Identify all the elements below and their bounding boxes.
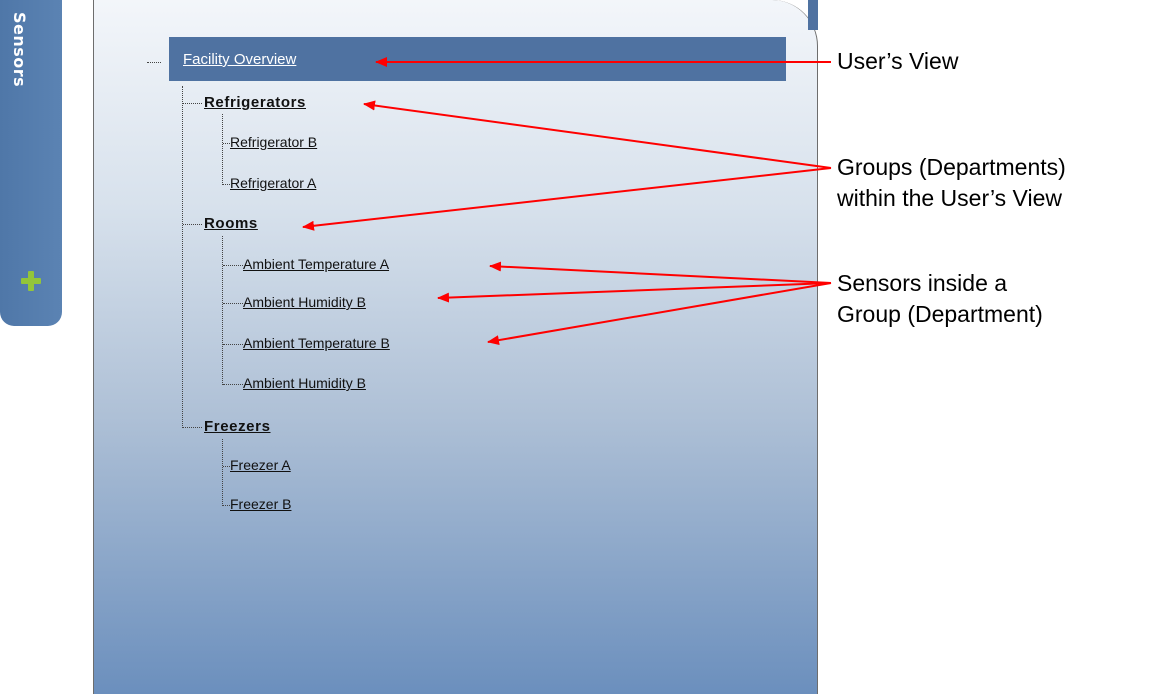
arrow-group-rooms [302, 167, 832, 231]
arrow-group-refrigerators [363, 100, 832, 169]
label-sensors-line2: Group (Department) [837, 301, 1043, 327]
label-groups-line1: Groups (Departments) [837, 154, 1066, 180]
arrow-sensor-ambient-temperature-a [489, 261, 832, 284]
annotation-arrows [302, 57, 832, 346]
arrow-sensor-ambient-humidity-b [437, 282, 832, 303]
label-sensors-line1: Sensors inside a [837, 270, 1008, 296]
label-users-view: User’s View [837, 48, 959, 74]
label-groups-line2: within the User’s View [837, 185, 1062, 211]
arrow-sensor-ambient-temperature-b [487, 282, 832, 346]
